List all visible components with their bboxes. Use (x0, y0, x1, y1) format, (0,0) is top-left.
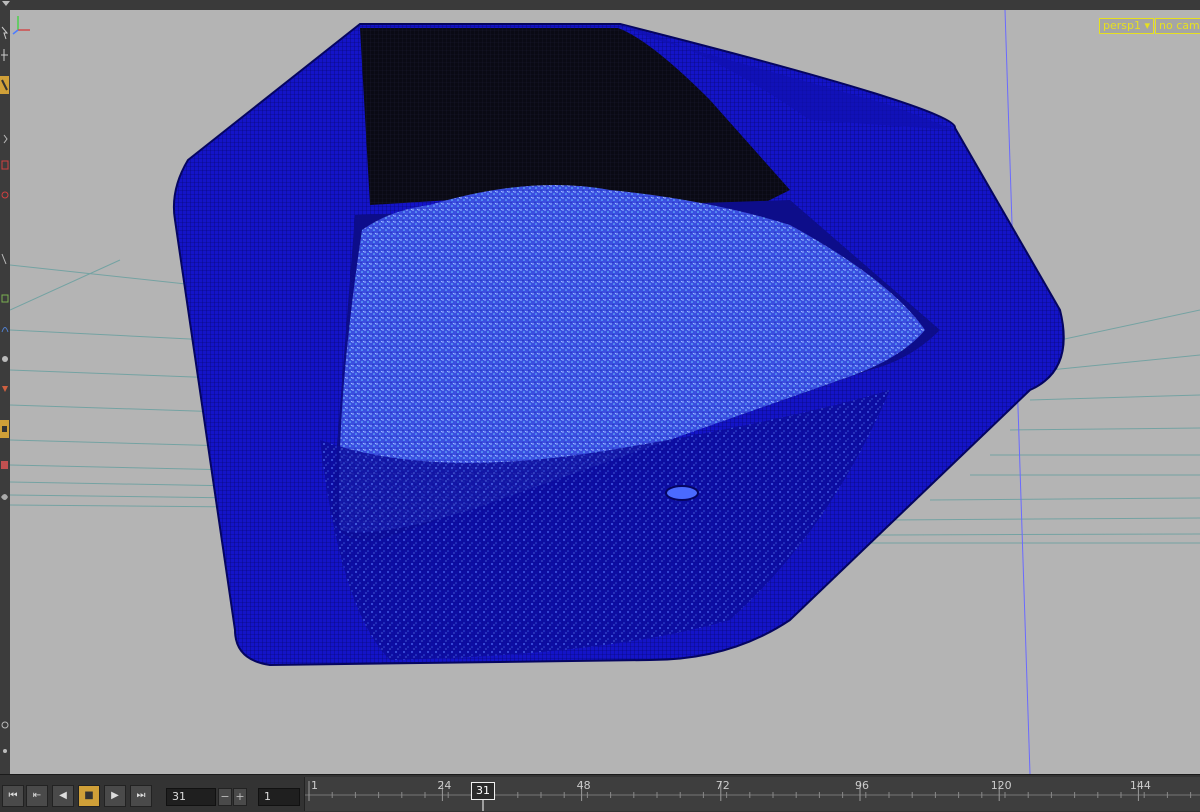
visibility-tool-icon[interactable] (0, 488, 9, 506)
rotate-tool-icon[interactable] (0, 130, 9, 148)
camera-tool-icon[interactable] (0, 320, 9, 338)
render-tool-icon[interactable] (0, 350, 9, 368)
ruler-tick-label: 48 (577, 779, 591, 792)
lighting-tool-icon[interactable] (0, 456, 9, 474)
sync-tool-icon[interactable] (0, 716, 9, 734)
playhead-marker[interactable]: 31 (471, 782, 495, 800)
brush-tool-icon[interactable] (0, 250, 9, 268)
ruler-ticks: 1 24 48 72 96 120 144 (305, 779, 1200, 811)
camera-menu[interactable]: persp1 ▾ (1099, 18, 1155, 34)
ruler-tick-label: 120 (991, 779, 1012, 792)
axis-gizmo-icon (12, 16, 30, 35)
frame-decrement-button[interactable]: − (218, 788, 232, 806)
jump-end-button[interactable]: ⏭ (130, 785, 152, 807)
settings-tool-icon[interactable] (0, 742, 9, 760)
play-reverse-button[interactable]: ◀ (52, 785, 74, 807)
ruler-tick-label: 144 (1130, 779, 1151, 792)
step-field[interactable]: 1 (258, 788, 300, 806)
stop-button[interactable]: ■ (78, 785, 100, 807)
play-forward-button[interactable]: ▶ (104, 785, 126, 807)
ruler-tick-label: 1 (311, 779, 318, 792)
playbar: ⏮ ⇤ ◀ ■ ▶ ⏭ 31 − + 1 1 24 48 72 96 120 144 31 (0, 774, 1200, 812)
jump-start-button[interactable]: ⏮ (2, 785, 24, 807)
drain-hole (665, 485, 699, 501)
snap-tool-icon[interactable] (0, 380, 9, 398)
display-tool-icon[interactable] (0, 420, 9, 438)
select-tool-icon[interactable] (0, 24, 9, 42)
container-mesh (172, 23, 1065, 667)
current-frame-field[interactable]: 31 (166, 788, 216, 806)
houdini-app: persp1 ▾ no cam ⏮ ⇤ ◀ ■ ▶ ⏭ 31 − + 1 1 24… (0, 0, 1200, 812)
handle-tool-icon[interactable] (0, 76, 9, 94)
ruler-tick-label: 24 (437, 779, 451, 792)
step-back-button[interactable]: ⇤ (26, 785, 48, 807)
viewport-scene (10, 10, 1200, 774)
move-tool-icon[interactable] (0, 46, 9, 64)
timeline-ruler[interactable]: 1 24 48 72 96 120 144 31 (304, 777, 1200, 811)
ruler-tick-label: 96 (855, 779, 869, 792)
3d-viewport[interactable]: persp1 ▾ no cam (10, 10, 1200, 774)
scale-tool-icon[interactable] (0, 156, 9, 174)
pose-tool-icon[interactable] (0, 186, 9, 204)
view-tool-icon[interactable] (0, 290, 9, 308)
menu-arrow-icon[interactable] (2, 1, 10, 6)
frame-increment-button[interactable]: + (233, 788, 247, 806)
camera-lock-menu[interactable]: no cam (1155, 18, 1200, 34)
ruler-tick-label: 72 (716, 779, 730, 792)
